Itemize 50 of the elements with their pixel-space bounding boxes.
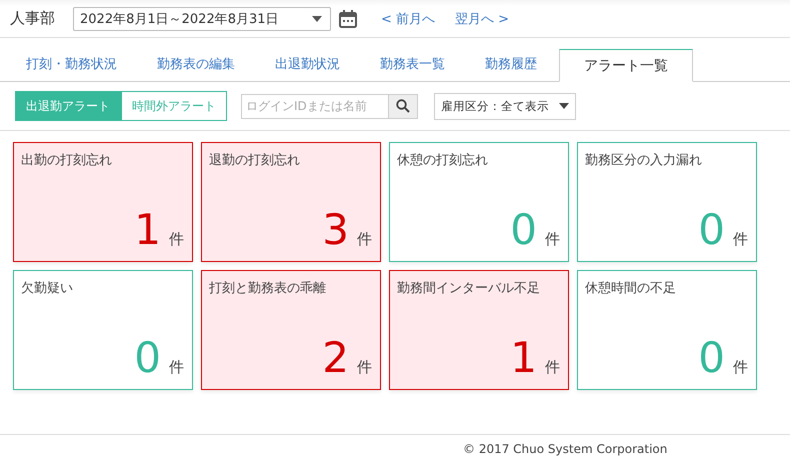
next-month-link[interactable]: 翌月へ > (455, 10, 510, 28)
alert-card[interactable]: 勤務間インターバル不足 1 件 (389, 270, 569, 390)
count-unit: 件 (733, 230, 748, 249)
alert-card[interactable]: 出勤の打刻忘れ 1 件 (13, 142, 193, 262)
alert-card[interactable]: 休憩の打刻忘れ 0 件 (389, 142, 569, 262)
search-button[interactable] (389, 94, 418, 118)
alert-count: 0 (510, 209, 537, 251)
tab[interactable]: 出退勤状況 (257, 48, 358, 81)
alert-count: 1 (134, 209, 161, 251)
count-unit: 件 (545, 358, 560, 377)
department-label: 人事部 (10, 9, 55, 28)
alert-count: 3 (322, 209, 349, 251)
count-unit: 件 (357, 358, 372, 377)
card-title: 勤務区分の入力漏れ (585, 152, 703, 169)
tab[interactable]: 勤務表一覧 (362, 48, 463, 81)
alert-card[interactable]: 退勤の打刻忘れ 3 件 (201, 142, 381, 262)
alert-card[interactable]: 勤務区分の入力漏れ 0 件 (577, 142, 757, 262)
tab[interactable]: 勤務履歴 (467, 48, 555, 81)
alert-card[interactable]: 休憩時間の不足 0 件 (577, 270, 757, 390)
card-title: 勤務間インターバル不足 (397, 280, 541, 297)
card-title: 出勤の打刻忘れ (21, 152, 113, 169)
alert-count: 2 (322, 337, 349, 379)
copyright-text: © 2017 Chuo System Corporation (463, 442, 668, 456)
alert-count: 0 (698, 337, 725, 379)
search-field[interactable]: ログインIDまたは名前 (241, 94, 389, 118)
count-unit: 件 (357, 230, 372, 249)
calendar-icon[interactable] (339, 10, 357, 28)
tab[interactable]: 勤務表の編集 (139, 48, 253, 81)
period-dropdown[interactable]: 2022年8月1日～2022年8月31日 (73, 6, 331, 30)
search-icon (396, 99, 410, 113)
caret-icon (312, 16, 322, 22)
alert-count: 0 (134, 337, 161, 379)
card-title: 休憩の打刻忘れ (397, 152, 489, 169)
previous-month-link[interactable]: < 前月へ (381, 10, 436, 28)
count-unit: 件 (545, 230, 560, 249)
card-title: 休憩時間の不足 (585, 280, 677, 297)
employment-filter-dropdown[interactable]: 雇用区分：全て表示 (434, 92, 576, 120)
card-title: 打刻と勤務表の乖離 (209, 280, 327, 297)
count-unit: 件 (169, 358, 184, 377)
tab[interactable]: 打刻・勤務状況 (8, 48, 135, 81)
count-unit: 件 (169, 230, 184, 249)
caret-icon (559, 103, 569, 109)
alert-count: 1 (510, 337, 537, 379)
alert-count: 0 (698, 209, 725, 251)
card-title: 退勤の打刻忘れ (209, 152, 301, 169)
tab[interactable]: アラート一覧 (559, 49, 693, 82)
card-title: 欠勤疑い (21, 280, 74, 297)
alert-card[interactable]: 欠勤疑い 0 件 (13, 270, 193, 390)
alert-card[interactable]: 打刻と勤務表の乖離 2 件 (201, 270, 381, 390)
count-unit: 件 (733, 358, 748, 377)
